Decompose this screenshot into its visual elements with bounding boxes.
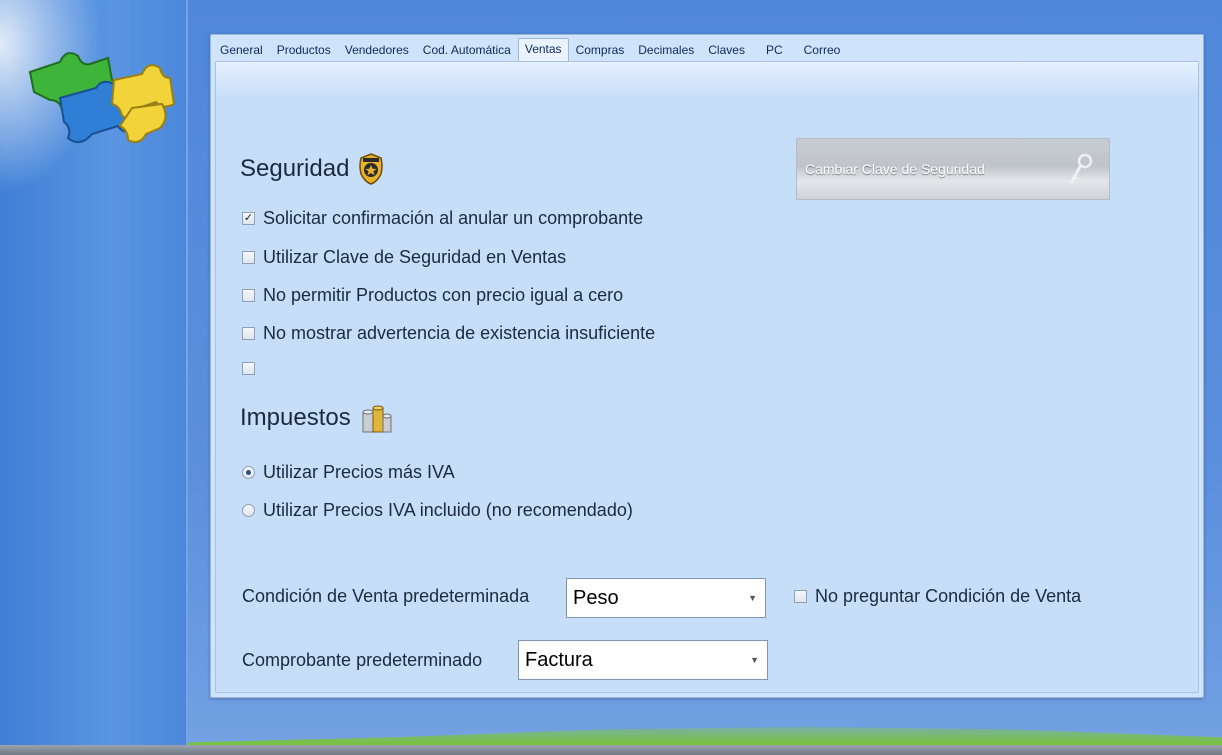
advertencia-existencia-label: No mostrar advertencia de existencia ins… xyxy=(263,323,656,343)
tab-claves[interactable]: Claves xyxy=(701,40,752,61)
comprobante-label: Comprobante predeterminado xyxy=(242,650,483,670)
tab-cod-automatica[interactable]: Cod. Automática xyxy=(416,40,518,61)
checkbox-unchecked[interactable] xyxy=(242,362,255,375)
radio-selected[interactable] xyxy=(242,466,255,479)
solicitar-confirmacion-checkbox[interactable]: ✓ Solicitar confirmación al anular un co… xyxy=(242,208,643,229)
seguridad-title: Seguridad xyxy=(240,152,385,186)
comprobante-value: Factura xyxy=(525,648,593,671)
sidebar xyxy=(0,0,188,755)
precios-mas-iva-radio[interactable]: Utilizar Precios más IVA xyxy=(242,462,455,483)
precio-cero-label: No permitir Productos con precio igual a… xyxy=(263,285,624,305)
settings-window: General Productos Vendedores Cod. Automá… xyxy=(210,34,1204,698)
puzzle-logo-icon xyxy=(28,52,176,144)
no-preguntar-condicion-checkbox[interactable]: No preguntar Condición de Venta xyxy=(794,586,1081,607)
condicion-venta-select[interactable]: Peso ▼ xyxy=(566,578,766,618)
checkbox-unchecked[interactable] xyxy=(242,289,255,302)
chevron-down-icon: ▼ xyxy=(748,593,757,603)
comprobante-select[interactable]: Factura ▼ xyxy=(518,640,768,680)
condicion-venta-value: Peso xyxy=(573,586,619,609)
tab-ventas[interactable]: Ventas xyxy=(517,38,569,61)
tab-pc[interactable]: PC xyxy=(752,40,797,61)
advertencia-existencia-checkbox[interactable]: No mostrar advertencia de existencia ins… xyxy=(242,323,655,344)
impuestos-title-text: Impuestos xyxy=(240,404,351,431)
precios-iva-incluido-radio[interactable]: Utilizar Precios IVA incluido (no recome… xyxy=(242,500,633,521)
condicion-venta-label: Condición de Venta predeterminada xyxy=(242,586,530,606)
radio-unselected[interactable] xyxy=(242,504,255,517)
checkbox-unchecked[interactable] xyxy=(242,327,255,340)
tab-bar: General Productos Vendedores Cod. Automá… xyxy=(213,38,848,61)
checkbox-checked[interactable]: ✓ xyxy=(242,212,255,225)
panel-header-gradient xyxy=(216,62,1198,98)
unlabeled-checkbox[interactable] xyxy=(242,362,263,375)
coins-icon xyxy=(362,405,392,433)
tab-general[interactable]: General xyxy=(213,40,270,61)
key-icon xyxy=(1069,153,1093,184)
solicitar-confirmacion-label: Solicitar confirmación al anular un comp… xyxy=(263,208,644,228)
precio-cero-checkbox[interactable]: No permitir Productos con precio igual a… xyxy=(242,285,623,306)
tab-correo[interactable]: Correo xyxy=(797,40,848,61)
tab-decimales[interactable]: Decimales xyxy=(631,40,701,61)
tab-vendedores[interactable]: Vendedores xyxy=(338,40,416,61)
seguridad-title-text: Seguridad xyxy=(240,155,350,182)
clave-seguridad-ventas-checkbox[interactable]: Utilizar Clave de Seguridad en Ventas xyxy=(242,247,566,268)
precios-mas-iva-label: Utilizar Precios más IVA xyxy=(263,462,455,482)
precios-iva-incluido-label: Utilizar Precios IVA incluido (no recome… xyxy=(263,500,633,520)
tab-productos[interactable]: Productos xyxy=(270,40,338,61)
no-preguntar-condicion-label: No preguntar Condición de Venta xyxy=(815,586,1082,606)
security-badge-icon xyxy=(359,153,384,185)
taskbar xyxy=(0,745,1222,755)
tab-compras[interactable]: Compras xyxy=(569,40,632,61)
cambiar-clave-label: Cambiar Clave de Seguridad xyxy=(805,161,985,177)
checkbox-unchecked[interactable] xyxy=(794,590,807,603)
impuestos-title: Impuestos xyxy=(240,402,393,434)
clave-seguridad-ventas-label: Utilizar Clave de Seguridad en Ventas xyxy=(263,247,567,267)
cambiar-clave-button[interactable]: Cambiar Clave de Seguridad xyxy=(796,138,1110,200)
ventas-panel: Seguridad ✓ Solicitar confirmación al an… xyxy=(215,61,1199,693)
chevron-down-icon: ▼ xyxy=(750,655,759,665)
checkbox-unchecked[interactable] xyxy=(242,251,255,264)
